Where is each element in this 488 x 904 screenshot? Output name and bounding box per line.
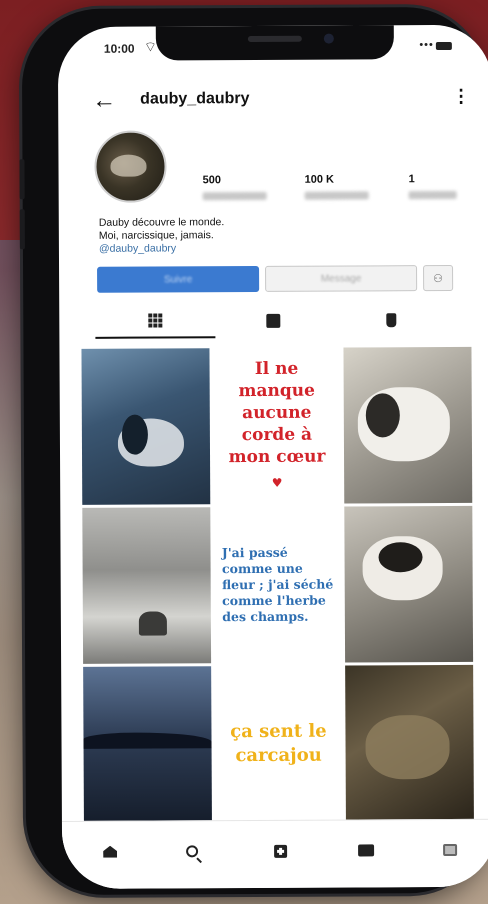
quote-1-line: Il ne bbox=[254, 358, 299, 379]
tagged-icon bbox=[386, 313, 397, 328]
stat-posts-value: 500 bbox=[202, 174, 221, 187]
bio-link[interactable]: @dauby_daubry bbox=[99, 242, 225, 256]
post-quote-2[interactable]: J'ai passé comme une fleur ; j'ai séché … bbox=[213, 506, 343, 664]
signal-icon: ••• bbox=[419, 39, 434, 52]
tab-reels[interactable] bbox=[213, 304, 333, 339]
follow-button[interactable]: Suivre bbox=[97, 265, 260, 293]
create-post-icon[interactable] bbox=[268, 839, 292, 863]
quote-1-line: aucune bbox=[242, 402, 312, 424]
grid-icon bbox=[148, 313, 163, 328]
post-dog-sketch[interactable] bbox=[344, 505, 474, 663]
post-dog-blue[interactable] bbox=[81, 348, 211, 505]
quote-1-line: manque bbox=[238, 380, 315, 402]
back-arrow-icon[interactable]: ← bbox=[92, 87, 116, 114]
stat-followers[interactable]: 100 K bbox=[304, 173, 369, 200]
bio-line-1: Dauby découvre le monde. bbox=[98, 216, 225, 229]
stat-following[interactable]: 1 bbox=[408, 173, 457, 200]
phone-screen: 10:00 ⌔ ••• ← dauby_daubry ⋮ 500 100 K 1… bbox=[57, 24, 488, 890]
profile-tabs bbox=[95, 303, 475, 339]
profile-header: ← dauby_daubry ⋮ bbox=[58, 85, 488, 117]
quote-2-line: comme une bbox=[221, 560, 303, 577]
quote-3-text: ça sent le carcajou bbox=[230, 720, 327, 769]
profile-actions: Suivre Message ⚇ bbox=[97, 264, 475, 293]
message-button-label: Message bbox=[320, 272, 362, 285]
speaker bbox=[247, 35, 302, 43]
follow-button-label: Suivre bbox=[163, 273, 193, 285]
post-quote-3[interactable]: ça sent le carcajou bbox=[214, 665, 343, 823]
profile-username: dauby_daubry bbox=[140, 90, 250, 108]
volume-up-button bbox=[19, 159, 25, 200]
quote-3-line: ça sent le bbox=[230, 720, 327, 743]
post-dog-painting[interactable] bbox=[345, 664, 474, 822]
quote-1-line: mon cœur bbox=[228, 446, 326, 468]
volume-down-button bbox=[19, 209, 25, 250]
avatar[interactable] bbox=[94, 130, 167, 203]
front-camera bbox=[323, 33, 334, 44]
search-icon[interactable] bbox=[180, 839, 204, 863]
post-birds-landscape[interactable] bbox=[82, 507, 212, 664]
reels-icon bbox=[266, 313, 281, 328]
stat-followers-value: 100 K bbox=[304, 173, 334, 186]
profile-thumbnail-icon[interactable] bbox=[438, 838, 462, 862]
quote-2-line: comme l'herbe bbox=[222, 592, 326, 609]
message-button[interactable]: Message bbox=[265, 265, 418, 292]
notch bbox=[155, 25, 394, 61]
quote-2-line: fleur ; j'ai séché bbox=[222, 576, 334, 593]
heart-icon: ♥ bbox=[271, 475, 283, 490]
quote-1-text: Il ne manque aucune corde à mon cœur ♥ bbox=[228, 358, 326, 495]
status-time: 10:00 bbox=[103, 41, 135, 56]
battery-icon bbox=[435, 41, 452, 51]
quote-2-line: des champs. bbox=[222, 608, 309, 625]
add-person-icon[interactable]: ⚇ bbox=[423, 264, 454, 292]
stat-following-value: 1 bbox=[408, 173, 415, 186]
quote-1-line: corde à bbox=[241, 424, 313, 446]
bio-line-2: Moi, narcissique, jamais. bbox=[98, 229, 214, 242]
tab-posts-grid[interactable] bbox=[95, 304, 216, 339]
posts-grid: Il ne manque aucune corde à mon cœur ♥ J… bbox=[81, 346, 474, 823]
stat-following-label-blurred bbox=[408, 190, 457, 200]
post-night-landscape[interactable] bbox=[83, 666, 212, 823]
quote-3-line: carcajou bbox=[235, 744, 322, 767]
reels-icon[interactable] bbox=[354, 838, 378, 862]
profile-bio: Dauby découvre le monde. Moi, narcissiqu… bbox=[99, 216, 225, 256]
post-dog-grey[interactable] bbox=[343, 346, 473, 504]
stat-posts[interactable]: 500 bbox=[202, 174, 267, 201]
tab-tagged[interactable] bbox=[331, 303, 451, 338]
bottom-nav bbox=[61, 818, 488, 890]
quote-2-text: J'ai passé comme une fleur ; j'ai séché … bbox=[216, 545, 340, 626]
phone-frame: 10:00 ⌔ ••• ← dauby_daubry ⋮ 500 100 K 1… bbox=[19, 6, 488, 896]
home-icon[interactable] bbox=[98, 840, 122, 864]
post-quote-1[interactable]: Il ne manque aucune corde à mon cœur ♥ bbox=[212, 347, 342, 505]
stat-posts-label-blurred bbox=[202, 191, 267, 201]
quote-2-line: J'ai passé bbox=[221, 544, 288, 561]
more-options-icon[interactable]: ⋮ bbox=[452, 86, 470, 106]
stat-followers-label-blurred bbox=[304, 191, 369, 200]
